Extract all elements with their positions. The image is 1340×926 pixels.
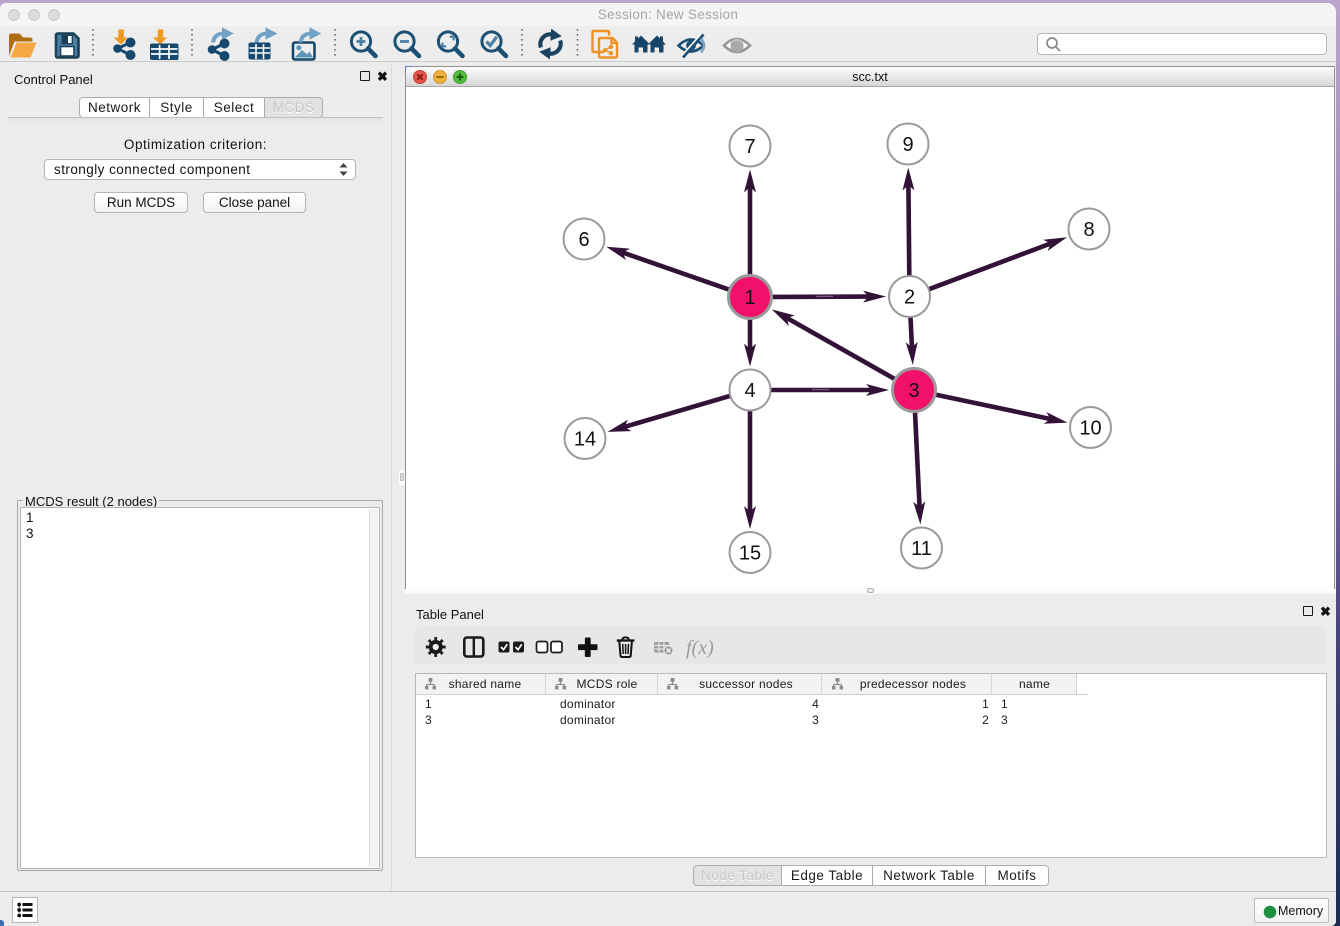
svg-text:14: 14 [574,429,596,451]
svg-text:9: 9 [902,134,913,156]
svg-text:1: 1 [744,287,755,309]
svg-text:15: 15 [739,543,761,565]
svg-text:f(x): f(x) [686,637,714,659]
svg-text:6: 6 [578,229,589,251]
svg-text:11: 11 [911,538,932,560]
svg-text:3: 3 [908,380,919,402]
svg-text:10: 10 [1079,418,1101,440]
svg-text:7: 7 [744,136,755,158]
svg-text:8: 8 [1083,219,1094,241]
svg-text:2: 2 [904,287,915,309]
svg-text:4: 4 [744,380,755,402]
